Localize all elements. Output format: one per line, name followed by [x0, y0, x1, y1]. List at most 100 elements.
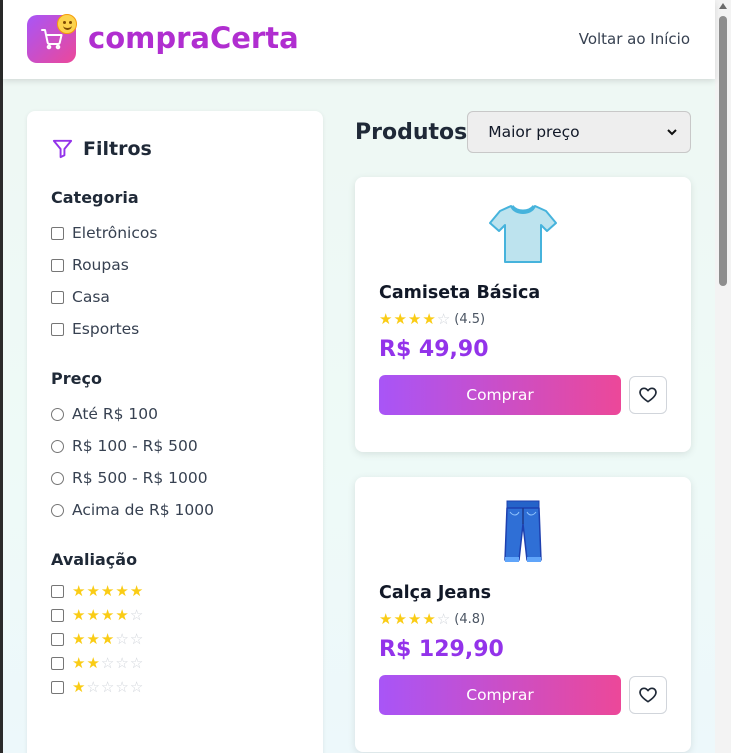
star-empty-icon: ☆ [129, 653, 144, 672]
rating-stars: ★ ★ ★ ★ ☆ [379, 312, 450, 327]
option-label: Até R$ 100 [72, 405, 159, 423]
products-title: Produtos [355, 119, 468, 145]
filters-title: Filtros [83, 137, 152, 160]
price-options: Até R$ 100 R$ 100 - R$ 500 R$ 500 - R$ 1… [51, 398, 299, 526]
products-header: Produtos Maior preço [355, 111, 691, 153]
rating-option-1[interactable]: ★ ☆ ☆ ☆ ☆ [51, 675, 299, 699]
star-filled-icon: ★ [100, 605, 115, 624]
star-filled-icon: ★ [379, 610, 393, 628]
checkbox[interactable] [51, 290, 64, 304]
tshirt-icon [489, 205, 557, 263]
star-empty-icon: ☆ [115, 629, 129, 648]
checkbox[interactable] [51, 226, 64, 240]
checkbox[interactable] [51, 322, 64, 336]
star-empty-icon: ☆ [100, 677, 115, 696]
favorite-button[interactable] [629, 676, 667, 714]
product-card[interactable]: Calça Jeans ★ ★ ★ ★ ☆ (4.8) R$ 129,90 Compra… [355, 477, 691, 752]
site-header: compraCerta Voltar ao Início [3, 0, 715, 79]
favorite-button[interactable] [629, 376, 667, 414]
rating-option-3[interactable]: ★ ★ ★ ☆ ☆ [51, 627, 299, 651]
star-filled-icon: ★ [115, 581, 129, 600]
scrollbar[interactable] [715, 0, 731, 753]
star-filled-icon: ★ [393, 610, 407, 628]
rating-option-5[interactable]: ★ ★ ★ ★ ★ [51, 579, 299, 603]
category-option-esportes[interactable]: Esportes [51, 313, 299, 345]
star-empty-icon: ☆ [86, 677, 100, 696]
star-filled-icon: ★ [379, 310, 393, 328]
radio[interactable] [51, 439, 64, 453]
sort-select[interactable]: Maior preço [467, 111, 691, 153]
star-filled-icon: ★ [407, 310, 422, 328]
rating-stars: ★ ★ ★ ★ ☆ [72, 605, 144, 624]
star-filled-icon: ★ [100, 629, 115, 648]
star-filled-icon: ★ [86, 629, 100, 648]
star-empty-icon: ☆ [436, 610, 451, 628]
buy-button[interactable]: Comprar [379, 375, 621, 415]
star-empty-icon: ☆ [115, 653, 129, 672]
price-option-0[interactable]: Até R$ 100 [51, 398, 299, 430]
star-filled-icon: ★ [86, 653, 100, 672]
price-option-1[interactable]: R$ 100 - R$ 500 [51, 430, 299, 462]
radio[interactable] [51, 503, 64, 517]
back-to-home-link[interactable]: Voltar ao Início [579, 30, 690, 48]
star-filled-icon: ★ [86, 581, 100, 600]
option-label: Casa [72, 288, 110, 306]
rating-stars: ★ ★ ★ ☆ ☆ [72, 629, 144, 648]
product-rating: ★ ★ ★ ★ ☆ (4.8) [379, 612, 667, 628]
rating-stars: ★ ★ ★ ★ ☆ [379, 612, 450, 627]
star-filled-icon: ★ [100, 581, 115, 600]
product-card[interactable]: Camiseta Básica ★ ★ ★ ★ ☆ (4.5) R$ 49,90 Com… [355, 177, 691, 452]
checkbox[interactable] [51, 656, 64, 670]
buy-button[interactable]: Comprar [379, 675, 621, 715]
rating-options: ★ ★ ★ ★ ★ ★ ★ ★ ★ ☆ ★ ★ ★ ☆ ☆ ★ ★ ☆ ☆ ☆ ★ ☆ ☆ ☆ ☆ [51, 579, 299, 699]
scrollbar-thumb[interactable] [719, 16, 727, 286]
radio[interactable] [51, 407, 64, 421]
category-option-casa[interactable]: Casa [51, 281, 299, 313]
checkbox[interactable] [51, 584, 64, 598]
scroll-up-arrow-icon[interactable] [719, 3, 727, 9]
price-option-3[interactable]: Acima de R$ 1000 [51, 494, 299, 526]
star-filled-icon: ★ [72, 581, 86, 600]
star-filled-icon: ★ [407, 610, 422, 628]
option-label: Acima de R$ 1000 [72, 501, 214, 519]
price-heading: Preço [51, 369, 102, 388]
rating-value: (4.8) [454, 612, 486, 627]
star-empty-icon: ☆ [129, 629, 144, 648]
rating-heading: Avaliação [51, 550, 138, 569]
category-option-roupas[interactable]: Roupas [51, 249, 299, 281]
star-filled-icon: ★ [115, 605, 129, 624]
price-option-2[interactable]: R$ 500 - R$ 1000 [51, 462, 299, 494]
product-image[interactable] [379, 477, 667, 575]
star-empty-icon: ☆ [129, 605, 144, 624]
product-price: R$ 49,90 [379, 337, 489, 362]
product-name[interactable]: Camiseta Básica [379, 283, 667, 303]
product-actions: Comprar [379, 675, 667, 715]
star-filled-icon: ★ [72, 677, 86, 696]
product-image[interactable] [379, 177, 667, 275]
star-filled-icon: ★ [393, 310, 407, 328]
star-empty-icon: ☆ [115, 677, 129, 696]
rating-option-4[interactable]: ★ ★ ★ ★ ☆ [51, 603, 299, 627]
option-label: R$ 100 - R$ 500 [72, 437, 198, 455]
filters-sidebar: Filtros Categoria Eletrônicos Roupas Cas… [27, 111, 323, 753]
checkbox[interactable] [51, 680, 64, 694]
option-label: Roupas [72, 256, 129, 274]
sort-selected-value: Maior preço [488, 123, 580, 141]
checkbox[interactable] [51, 258, 64, 272]
checkbox[interactable] [51, 632, 64, 646]
star-empty-icon: ☆ [129, 677, 144, 696]
product-actions: Comprar [379, 375, 667, 415]
rating-option-2[interactable]: ★ ★ ☆ ☆ ☆ [51, 651, 299, 675]
checkbox[interactable] [51, 608, 64, 622]
rating-stars: ★ ☆ ☆ ☆ ☆ [72, 677, 144, 696]
option-label: Esportes [72, 320, 140, 338]
product-rating: ★ ★ ★ ★ ☆ (4.5) [379, 312, 667, 328]
star-empty-icon: ☆ [100, 653, 115, 672]
radio[interactable] [51, 471, 64, 485]
filter-icon [52, 139, 73, 159]
brand-name[interactable]: compraCerta [88, 21, 299, 55]
heart-icon [639, 387, 657, 403]
window-edge [0, 0, 3, 753]
category-option-eletronicos[interactable]: Eletrônicos [51, 217, 299, 249]
product-name[interactable]: Calça Jeans [379, 583, 667, 603]
